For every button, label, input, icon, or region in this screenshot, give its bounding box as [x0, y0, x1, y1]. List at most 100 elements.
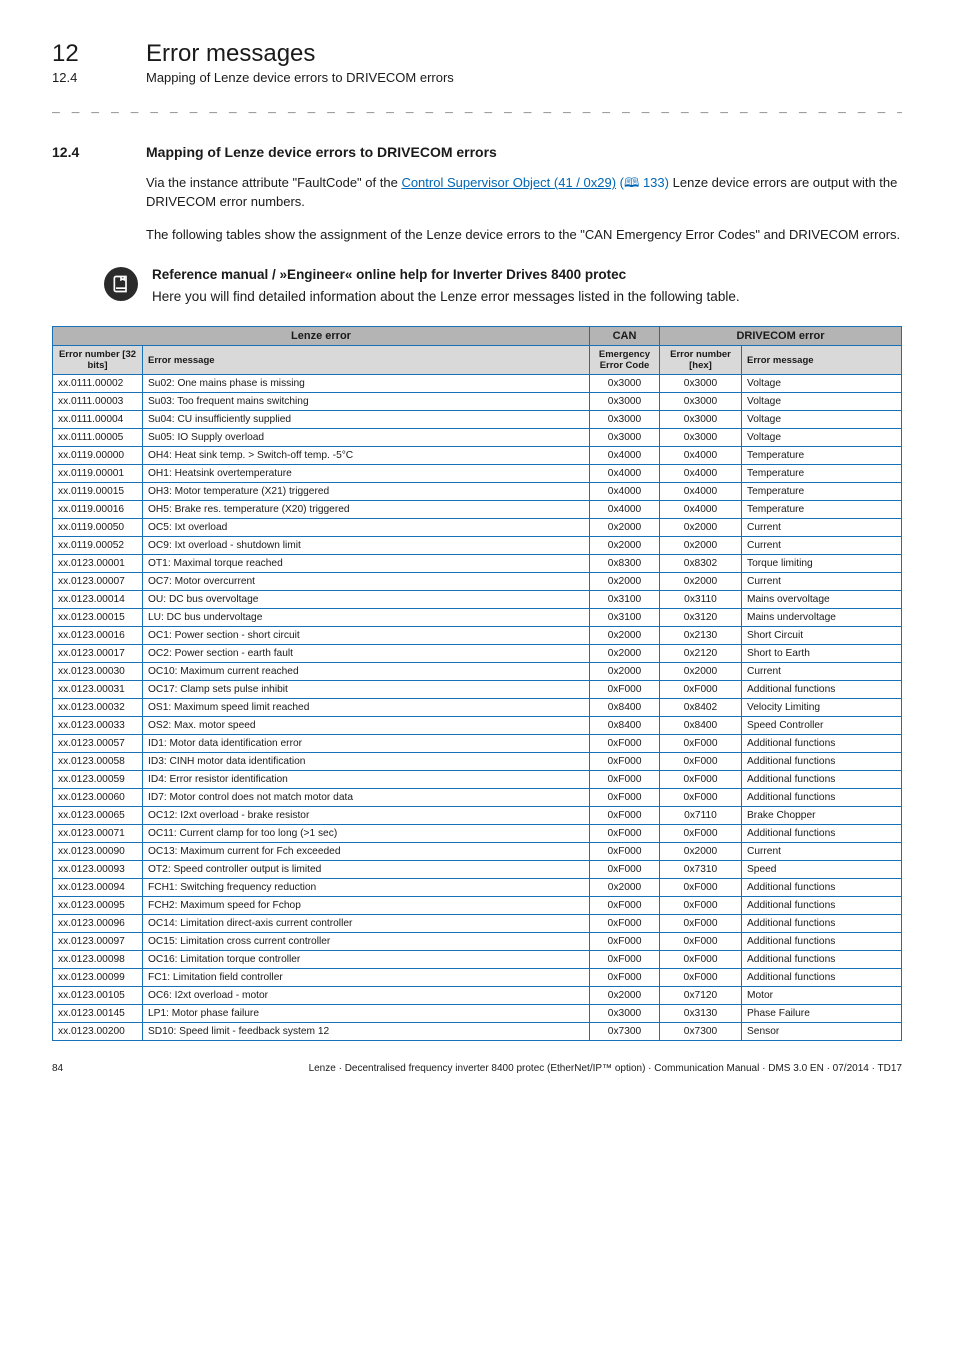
cell-can: 0xF000	[590, 825, 660, 843]
cell-errmsg: ID7: Motor control does not match motor …	[143, 789, 590, 807]
divider-dashes: _ _ _ _ _ _ _ _ _ _ _ _ _ _ _ _ _ _ _ _ …	[52, 99, 902, 114]
cell-errnum: xx.0123.00033	[53, 717, 143, 735]
reference-title: Reference manual / »Engineer« online hel…	[152, 267, 740, 282]
cell-hex: 0x3000	[660, 393, 742, 411]
cell-can: 0x8400	[590, 699, 660, 717]
cell-errmsg: OH3: Motor temperature (X21) triggered	[143, 483, 590, 501]
cell-hex: 0x7310	[660, 861, 742, 879]
cell-errmsg: OC14: Limitation direct-axis current con…	[143, 915, 590, 933]
cell-dmsg: Additional functions	[742, 753, 902, 771]
cell-can: 0x3100	[590, 609, 660, 627]
th-errmsg: Error message	[143, 346, 590, 375]
cell-hex: 0x2130	[660, 627, 742, 645]
cell-hex: 0x4000	[660, 447, 742, 465]
cell-errnum: xx.0123.00105	[53, 987, 143, 1005]
cell-hex: 0xF000	[660, 771, 742, 789]
th-errmsg2: Error message	[742, 346, 902, 375]
cell-can: 0x2000	[590, 663, 660, 681]
cell-hex: 0x7300	[660, 1023, 742, 1041]
cell-errnum: xx.0123.00098	[53, 951, 143, 969]
cell-hex: 0x3000	[660, 429, 742, 447]
cell-hex: 0x3120	[660, 609, 742, 627]
table-row: xx.0123.00090OC13: Maximum current for F…	[53, 843, 902, 861]
cell-dmsg: Additional functions	[742, 969, 902, 987]
cell-can: 0x4000	[590, 465, 660, 483]
table-row: xx.0123.00145LP1: Motor phase failure0x3…	[53, 1005, 902, 1023]
cell-errmsg: OC10: Maximum current reached	[143, 663, 590, 681]
cell-errmsg: OC2: Power section - earth fault	[143, 645, 590, 663]
control-supervisor-link[interactable]: Control Supervisor Object (41 / 0x29)	[401, 175, 616, 190]
cell-errnum: xx.0123.00200	[53, 1023, 143, 1041]
table-row: xx.0123.00030OC10: Maximum current reach…	[53, 663, 902, 681]
cell-errnum: xx.0111.00003	[53, 393, 143, 411]
error-table: Lenze error CAN DRIVECOM error Error num…	[52, 326, 902, 1041]
cell-errnum: xx.0119.00015	[53, 483, 143, 501]
cell-errmsg: ID4: Error resistor identification	[143, 771, 590, 789]
table-row: xx.0123.00097OC15: Limitation cross curr…	[53, 933, 902, 951]
cell-errmsg: FCH1: Switching frequency reduction	[143, 879, 590, 897]
cell-hex: 0x2000	[660, 843, 742, 861]
cell-dmsg: Brake Chopper	[742, 807, 902, 825]
cell-errmsg: OC15: Limitation cross current controlle…	[143, 933, 590, 951]
cell-can: 0x2000	[590, 645, 660, 663]
cell-errmsg: OU: DC bus overvoltage	[143, 591, 590, 609]
cell-errnum: xx.0123.00090	[53, 843, 143, 861]
cell-dmsg: Short to Earth	[742, 645, 902, 663]
cell-errnum: xx.0111.00005	[53, 429, 143, 447]
cell-can: 0x2000	[590, 627, 660, 645]
cell-errnum: xx.0123.00017	[53, 645, 143, 663]
cell-hex: 0x8302	[660, 555, 742, 573]
th-errnum: Error number [32 bits]	[53, 346, 143, 375]
cell-errmsg: OS2: Max. motor speed	[143, 717, 590, 735]
cell-dmsg: Temperature	[742, 501, 902, 519]
cell-can: 0x2000	[590, 537, 660, 555]
table-row: xx.0119.00052OC9: Ixt overload - shutdow…	[53, 537, 902, 555]
table-row: xx.0123.00032OS1: Maximum speed limit re…	[53, 699, 902, 717]
cell-errmsg: OH4: Heat sink temp. > Switch-off temp. …	[143, 447, 590, 465]
table-row: xx.0123.00016OC1: Power section - short …	[53, 627, 902, 645]
cell-errnum: xx.0111.00002	[53, 375, 143, 393]
cell-dmsg: Voltage	[742, 429, 902, 447]
cell-hex: 0x3110	[660, 591, 742, 609]
cell-can: 0x4000	[590, 483, 660, 501]
cell-errnum: xx.0123.00001	[53, 555, 143, 573]
cell-dmsg: Current	[742, 537, 902, 555]
cell-can: 0xF000	[590, 681, 660, 699]
table-row: xx.0123.00015LU: DC bus undervoltage0x31…	[53, 609, 902, 627]
cell-can: 0xF000	[590, 915, 660, 933]
cell-dmsg: Mains undervoltage	[742, 609, 902, 627]
cell-hex: 0xF000	[660, 735, 742, 753]
cell-errnum: xx.0123.00058	[53, 753, 143, 771]
table-row: xx.0123.00014OU: DC bus overvoltage0x310…	[53, 591, 902, 609]
cell-errmsg: ID3: CINH motor data identification	[143, 753, 590, 771]
page-number: 84	[52, 1063, 63, 1074]
cell-errmsg: OC13: Maximum current for Fch exceeded	[143, 843, 590, 861]
intro-text-prefix: Via the instance attribute "FaultCode" o…	[146, 175, 401, 190]
cell-dmsg: Mains overvoltage	[742, 591, 902, 609]
subsection-number: 12.4	[52, 70, 122, 85]
cell-dmsg: Speed Controller	[742, 717, 902, 735]
cell-errmsg: OC17: Clamp sets pulse inhibit	[143, 681, 590, 699]
cell-errmsg: Su05: IO Supply overload	[143, 429, 590, 447]
table-row: xx.0123.00098OC16: Limitation torque con…	[53, 951, 902, 969]
cell-errnum: xx.0123.00059	[53, 771, 143, 789]
cell-errnum: xx.0123.00093	[53, 861, 143, 879]
cell-errnum: xx.0123.00096	[53, 915, 143, 933]
cell-hex: 0x3000	[660, 411, 742, 429]
table-row: xx.0123.00095FCH2: Maximum speed for Fch…	[53, 897, 902, 915]
cell-hex: 0x2000	[660, 663, 742, 681]
cell-can: 0xF000	[590, 951, 660, 969]
cell-can: 0xF000	[590, 861, 660, 879]
cell-errnum: xx.0123.00031	[53, 681, 143, 699]
cell-errnum: xx.0123.00065	[53, 807, 143, 825]
cell-dmsg: Current	[742, 663, 902, 681]
section-number: 12.4	[52, 144, 122, 160]
cell-hex: 0xF000	[660, 933, 742, 951]
cell-errmsg: OT1: Maximal torque reached	[143, 555, 590, 573]
cell-can: 0xF000	[590, 753, 660, 771]
cell-dmsg: Speed	[742, 861, 902, 879]
th-emergency: Emergency Error Code	[590, 346, 660, 375]
cell-errmsg: OC6: I2xt overload - motor	[143, 987, 590, 1005]
table-row: xx.0111.00002Su02: One mains phase is mi…	[53, 375, 902, 393]
th-can: CAN	[590, 327, 660, 346]
